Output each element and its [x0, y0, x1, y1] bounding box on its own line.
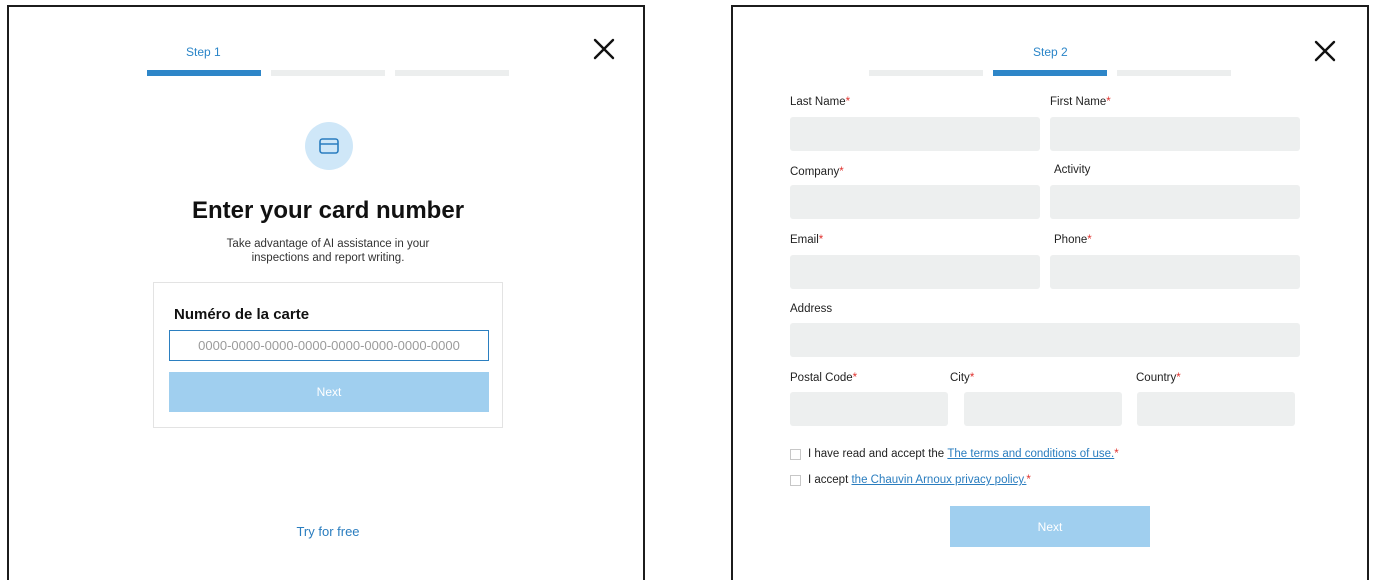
- privacy-prefix: I accept: [808, 474, 849, 486]
- city-label: City*: [950, 372, 975, 384]
- postal-code-label: Postal Code*: [790, 372, 858, 384]
- activity-field[interactable]: [1050, 185, 1300, 219]
- card-number-panel: Step 1 Enter your card number Take advan…: [7, 5, 645, 580]
- last-name-label: Last Name*: [790, 96, 851, 108]
- close-icon[interactable]: [1313, 39, 1337, 63]
- privacy-row: I accept the Chauvin Arnoux privacy poli…: [790, 474, 1031, 486]
- company-label: Company*: [790, 166, 844, 178]
- last-name-field[interactable]: [790, 117, 1040, 151]
- step-label: Step 1: [186, 45, 221, 59]
- company-field[interactable]: [790, 185, 1040, 219]
- progress-step-1: [869, 70, 983, 76]
- terms-row: I have read and accept the The terms and…: [790, 448, 1119, 460]
- phone-label: Phone*: [1054, 234, 1092, 246]
- close-icon[interactable]: [592, 37, 616, 61]
- postal-code-field[interactable]: [790, 392, 948, 426]
- try-for-free-link[interactable]: Try for free: [9, 524, 647, 539]
- next-button[interactable]: Next: [950, 506, 1150, 547]
- country-field[interactable]: [1137, 392, 1295, 426]
- page-title: Enter your card number: [191, 197, 465, 224]
- activity-label: Activity: [1054, 164, 1091, 176]
- first-name-label: First Name*: [1050, 96, 1111, 108]
- progress-step-3: [1117, 70, 1231, 76]
- terms-link[interactable]: The terms and conditions of use.: [947, 448, 1114, 460]
- card-form: Numéro de la carte Next: [153, 282, 503, 428]
- step-label: Step 2: [1033, 45, 1068, 59]
- privacy-link[interactable]: the Chauvin Arnoux privacy policy.: [851, 474, 1026, 486]
- city-field[interactable]: [964, 392, 1122, 426]
- address-field[interactable]: [790, 323, 1300, 357]
- subtitle-line-1: Take advantage of AI assistance in your: [226, 238, 430, 250]
- progress-step-1: [147, 70, 261, 76]
- registration-panel: Step 2 Last Name* First Name* Company* A…: [731, 5, 1369, 580]
- privacy-checkbox[interactable]: [790, 474, 801, 486]
- phone-field[interactable]: [1050, 255, 1300, 289]
- email-field[interactable]: [790, 255, 1040, 289]
- terms-prefix: I have read and accept the: [808, 448, 945, 460]
- next-button[interactable]: Next: [169, 372, 489, 412]
- email-label: Email*: [790, 234, 824, 246]
- credit-card-icon: [305, 122, 353, 170]
- address-label: Address: [790, 303, 833, 315]
- card-number-label: Numéro de la carte: [174, 306, 310, 323]
- country-label: Country*: [1136, 372, 1181, 384]
- progress-step-3: [395, 70, 509, 76]
- progress-step-2: [993, 70, 1107, 76]
- page-subtitle: Take advantage of AI assistance in your …: [178, 237, 478, 265]
- progress-step-2: [271, 70, 385, 76]
- card-number-input[interactable]: [169, 330, 489, 361]
- terms-checkbox[interactable]: [790, 448, 801, 460]
- first-name-field[interactable]: [1050, 117, 1300, 151]
- subtitle-line-2: inspections and report writing.: [251, 252, 405, 264]
